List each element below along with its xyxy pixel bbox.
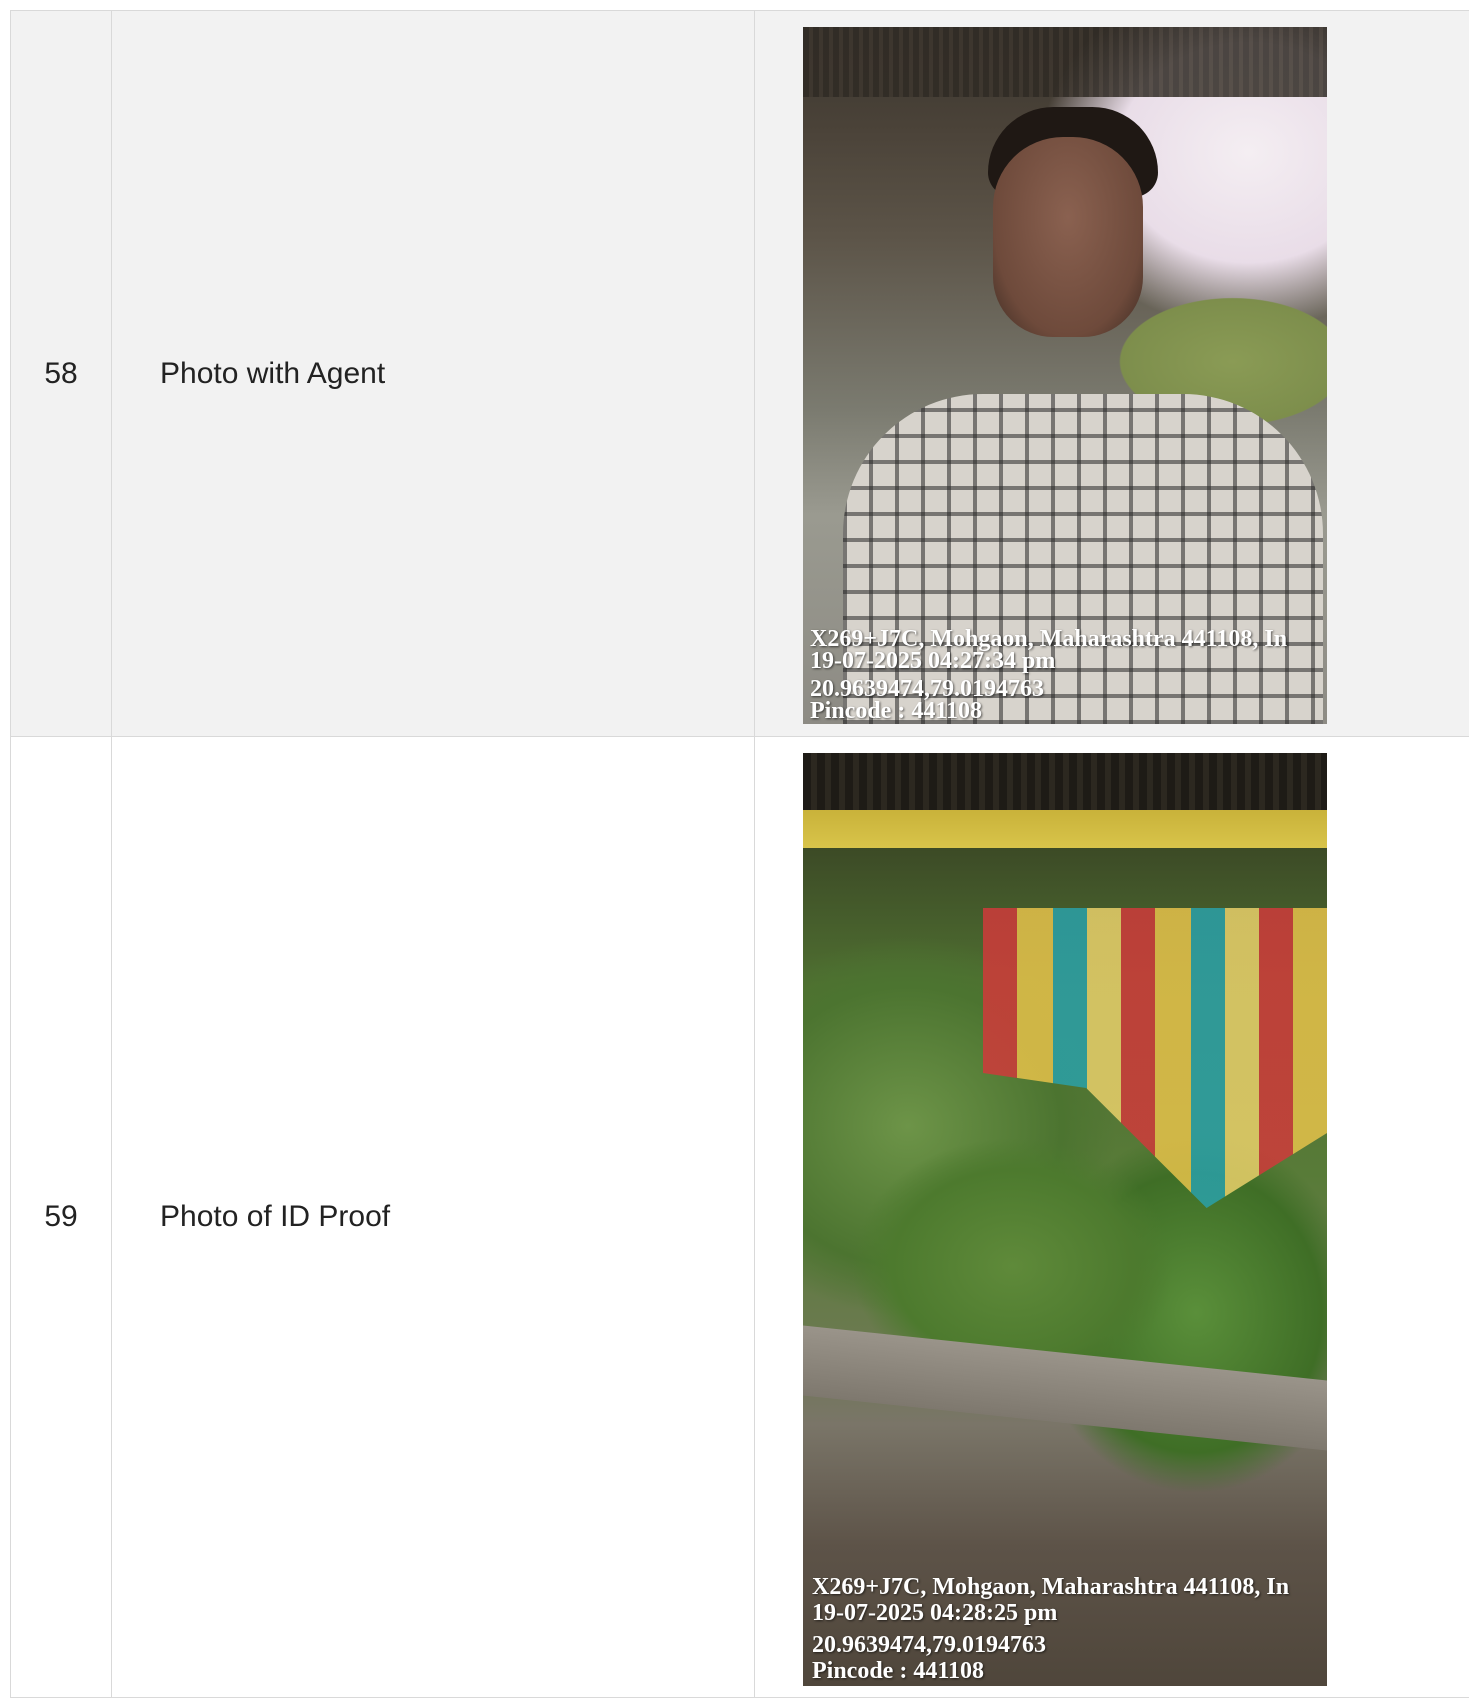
photo-cell: X269+J7C, Mohgaon, Maharashtra 441108, I… <box>755 737 1469 1698</box>
geo-stamp: X269+J7C, Mohgaon, Maharashtra 441108, I… <box>812 1574 1327 1684</box>
row-label: Photo of ID Proof <box>112 737 755 1698</box>
photo-wall <box>803 1325 1327 1450</box>
geo-address: X269+J7C, Mohgaon, Maharashtra 441108, I… <box>812 1574 1327 1600</box>
geo-address: X269+J7C, Mohgaon, Maharashtra 441108, I… <box>810 628 1327 650</box>
geo-coordinates: 20.9639474,79.0194763 <box>810 678 1327 700</box>
table-row: 58 Photo with Agent X269+J7C, Mohgaon, M… <box>11 11 1469 737</box>
row-number: 59 <box>11 737 112 1698</box>
geo-pincode: Pincode : 441108 <box>812 1658 1327 1684</box>
report-table: 58 Photo with Agent X269+J7C, Mohgaon, M… <box>10 10 1469 1698</box>
geo-coordinates: 20.9639474,79.0194763 <box>812 1632 1327 1658</box>
photo-roof <box>803 27 1327 97</box>
geo-timestamp: 19-07-2025 04:27:34 pm <box>810 650 1327 672</box>
table-row: 59 Photo of ID Proof X269+J7C, Mohgaon, … <box>11 737 1469 1698</box>
geo-timestamp: 19-07-2025 04:28:25 pm <box>812 1600 1327 1626</box>
photo-person-face <box>993 137 1143 337</box>
photo-snack-packets <box>983 908 1327 1208</box>
photo-cell: X269+J7C, Mohgaon, Maharashtra 441108, I… <box>755 11 1469 737</box>
row-number: 58 <box>11 11 112 737</box>
row-label: Photo with Agent <box>112 11 755 737</box>
agent-photo[interactable]: X269+J7C, Mohgaon, Maharashtra 441108, I… <box>803 27 1327 724</box>
id-proof-photo[interactable]: X269+J7C, Mohgaon, Maharashtra 441108, I… <box>803 753 1327 1686</box>
photo-roof <box>803 753 1327 848</box>
geo-pincode: Pincode : 441108 <box>810 700 1327 722</box>
geo-stamp: X269+J7C, Mohgaon, Maharashtra 441108, I… <box>810 628 1327 722</box>
